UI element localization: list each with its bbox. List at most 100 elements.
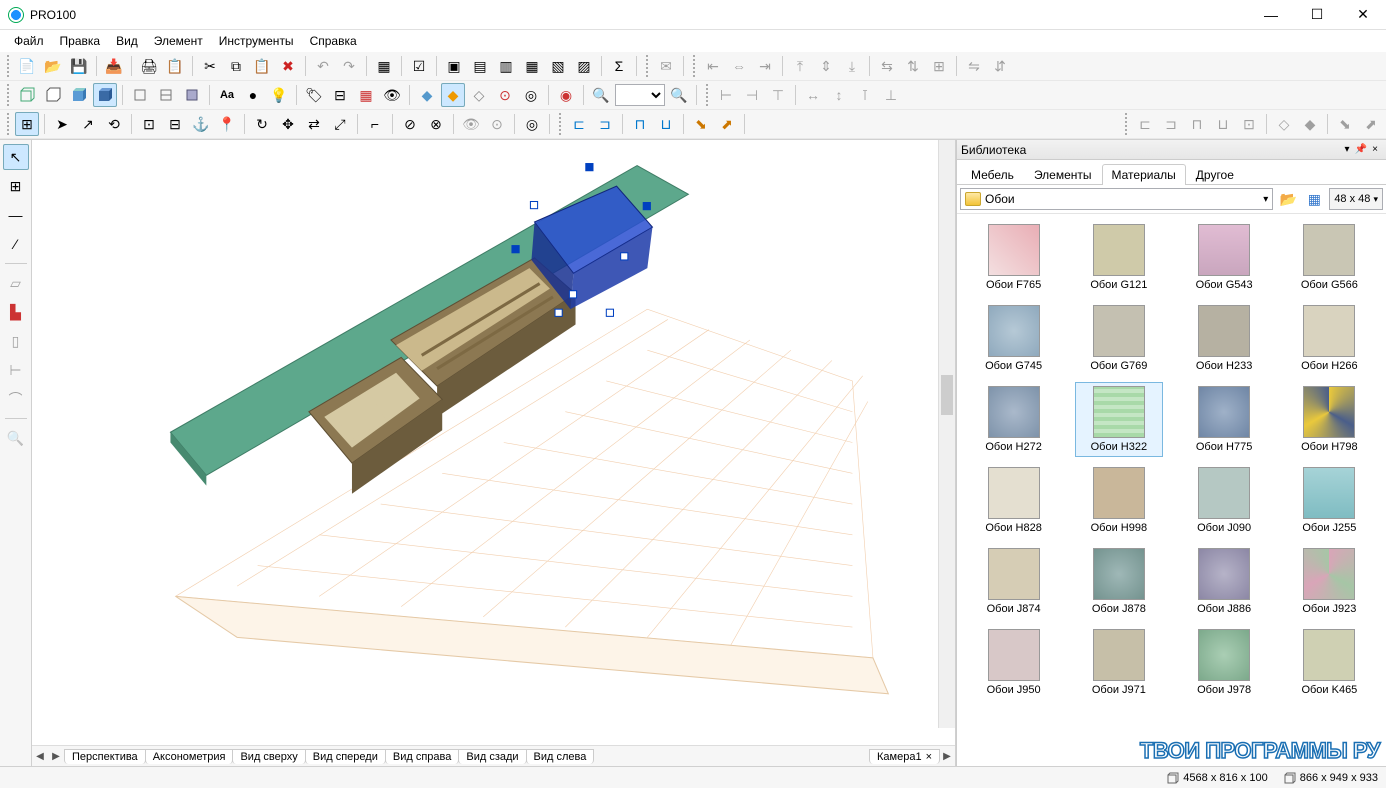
library-tab-Материалы[interactable]: Материалы: [1102, 164, 1186, 185]
rotate-cw-icon[interactable]: ↻: [250, 112, 274, 136]
hide-icon[interactable]: ⊘: [398, 112, 422, 136]
maximize-button[interactable]: ☐: [1294, 0, 1340, 30]
material-item[interactable]: Обои J874: [970, 544, 1058, 619]
snap1-icon[interactable]: ⊏: [567, 112, 591, 136]
lock3-icon[interactable]: ⊓: [1185, 112, 1209, 136]
sigma-icon[interactable]: Σ: [607, 54, 631, 78]
window-icon[interactable]: ▣: [442, 54, 466, 78]
save-icon[interactable]: 💾: [67, 54, 91, 78]
lock4-icon[interactable]: ⊔: [1211, 112, 1235, 136]
arc-icon[interactable]: ⌒: [3, 386, 29, 412]
view-tab-Вид справа[interactable]: Вид справа: [385, 749, 460, 764]
flat-shade-icon[interactable]: [67, 83, 91, 107]
measure-icon[interactable]: ⊢: [3, 357, 29, 383]
cube1-icon[interactable]: [128, 83, 152, 107]
align-center-h-icon[interactable]: ⇔: [727, 54, 751, 78]
lock6-icon[interactable]: ◇: [1272, 112, 1296, 136]
menu-Вид[interactable]: Вид: [108, 32, 146, 50]
viewport[interactable]: [32, 140, 955, 745]
menu-Инструменты[interactable]: Инструменты: [211, 32, 302, 50]
material-item[interactable]: Обои J978: [1180, 625, 1268, 700]
material-item[interactable]: Обои H233: [1180, 301, 1268, 376]
import-icon[interactable]: 📥: [102, 54, 126, 78]
show-icon[interactable]: 👁: [459, 112, 483, 136]
undo-icon[interactable]: ↶: [311, 54, 335, 78]
window3-icon[interactable]: ▥: [494, 54, 518, 78]
hidden-line-icon[interactable]: [41, 83, 65, 107]
library-grid[interactable]: Обои F765Обои G121Обои G543Обои G566Обои…: [957, 214, 1386, 766]
view-tab-Вид спереди[interactable]: Вид спереди: [305, 749, 386, 764]
show2-icon[interactable]: ⊙: [485, 112, 509, 136]
window4-icon[interactable]: ▦: [520, 54, 544, 78]
mail-icon[interactable]: ✉: [654, 54, 678, 78]
snap2-icon[interactable]: ⊐: [593, 112, 617, 136]
align-middle-icon[interactable]: ⇕: [814, 54, 838, 78]
snap6-icon[interactable]: ⬈: [715, 112, 739, 136]
snap5-icon[interactable]: ⬊: [689, 112, 713, 136]
material-item[interactable]: Обои H798: [1285, 382, 1373, 457]
menu-Правка[interactable]: Правка: [52, 32, 109, 50]
lock2-icon[interactable]: ⊐: [1159, 112, 1183, 136]
pin-panel-icon[interactable]: 📌: [1354, 144, 1368, 155]
view-tab-Вид сверху[interactable]: Вид сверху: [232, 749, 305, 764]
move-tool-icon[interactable]: ↗: [76, 112, 100, 136]
material-item[interactable]: Обои H322: [1075, 382, 1163, 457]
snap3-icon[interactable]: ⊓: [628, 112, 652, 136]
spacing4-icon[interactable]: ↔: [801, 83, 825, 107]
corner-icon[interactable]: ⌐: [363, 112, 387, 136]
zoom-in-icon[interactable]: 🔍: [667, 83, 691, 107]
snap4-icon[interactable]: ⊔: [654, 112, 678, 136]
distribute-h-icon[interactable]: ⇆: [875, 54, 899, 78]
align-top-icon[interactable]: ⤒: [788, 54, 812, 78]
align-bottom-icon[interactable]: ⤓: [840, 54, 864, 78]
copy-icon[interactable]: ⧉: [224, 54, 248, 78]
window5-icon[interactable]: ▧: [546, 54, 570, 78]
menu-Файл[interactable]: Файл: [6, 32, 52, 50]
redo-icon[interactable]: ↷: [337, 54, 361, 78]
spacing2-icon[interactable]: ⊣: [740, 83, 764, 107]
library-tab-Мебель[interactable]: Мебель: [961, 164, 1024, 185]
arrow-tool-icon[interactable]: ➤: [50, 112, 74, 136]
print-icon[interactable]: 🖨: [137, 54, 161, 78]
cube2-icon[interactable]: [154, 83, 178, 107]
camera-tab[interactable]: Камера1 ×: [869, 749, 940, 764]
material-item[interactable]: Обои G121: [1075, 220, 1163, 295]
new-file-icon[interactable]: 📄: [15, 54, 39, 78]
lock7-icon[interactable]: ◆: [1298, 112, 1322, 136]
spacing1-icon[interactable]: ⊢: [714, 83, 738, 107]
material-item[interactable]: Обои G566: [1285, 220, 1373, 295]
material-item[interactable]: Обои J971: [1075, 625, 1163, 700]
align-left-icon[interactable]: ⇤: [701, 54, 725, 78]
view-tab-Вид сзади[interactable]: Вид сзади: [458, 749, 526, 764]
scroll-vertical[interactable]: [938, 140, 955, 728]
light-icon[interactable]: 💡: [267, 83, 291, 107]
spacing3-icon[interactable]: ⊤: [766, 83, 790, 107]
anchor-icon[interactable]: ⚓: [189, 112, 213, 136]
pin-icon[interactable]: 📍: [215, 112, 239, 136]
view-mode-icon[interactable]: ▦: [1303, 188, 1325, 210]
close-panel-icon[interactable]: ×: [1368, 144, 1382, 155]
library-tab-Другое[interactable]: Другое: [1186, 164, 1244, 185]
zoom-out-icon[interactable]: 🔍: [589, 83, 613, 107]
select-tool-icon[interactable]: ↖: [3, 144, 29, 170]
diamond3-icon[interactable]: ◇: [467, 83, 491, 107]
material-item[interactable]: Обои J950: [970, 625, 1058, 700]
chart-tool-icon[interactable]: ▙: [3, 299, 29, 325]
spacing5-icon[interactable]: ↕: [827, 83, 851, 107]
pan-icon[interactable]: —: [3, 202, 29, 228]
wireframe-icon[interactable]: [15, 83, 39, 107]
material-item[interactable]: Обои G769: [1075, 301, 1163, 376]
menu-Справка[interactable]: Справка: [302, 32, 365, 50]
flip-v-icon[interactable]: ⇵: [988, 54, 1012, 78]
layers-icon[interactable]: ◉: [554, 83, 578, 107]
flip-h-icon[interactable]: ⇋: [962, 54, 986, 78]
cube3-icon[interactable]: [180, 83, 204, 107]
grid-icon[interactable]: ▦: [354, 83, 378, 107]
properties-icon[interactable]: ▦: [372, 54, 396, 78]
target-icon[interactable]: ◎: [519, 83, 543, 107]
move4-icon[interactable]: ✥: [276, 112, 300, 136]
material-item[interactable]: Обои K465: [1285, 625, 1373, 700]
view-tab-Вид слева[interactable]: Вид слева: [526, 749, 595, 764]
thumb-size-select[interactable]: 48 x 48 ▾: [1329, 188, 1383, 210]
lock1-icon[interactable]: ⊏: [1133, 112, 1157, 136]
